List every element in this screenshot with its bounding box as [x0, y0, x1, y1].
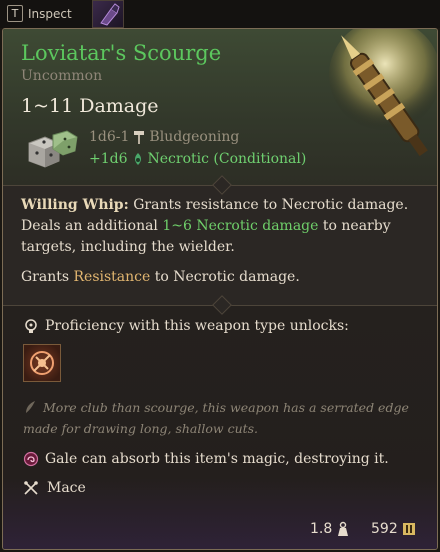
grants-line: Grants Resistance to Necrotic damage. — [21, 269, 300, 285]
flavor-text: More club than scourge, this weapon has … — [23, 397, 423, 439]
dice-icon — [28, 130, 78, 168]
weapon-type: Mace — [47, 480, 86, 496]
absorb-line: Gale can absorb this item's magic, destr… — [23, 451, 389, 467]
bonus-damage-type: Necrotic (Conditional) — [147, 151, 307, 167]
gold-icon — [402, 523, 415, 535]
ability-description: Willing Whip: Grants resistance to Necro… — [21, 195, 421, 258]
base-damage-line: 1d6-1 Bludgeoning — [89, 129, 239, 145]
tooltip-header: Loviatar's Scourge Uncommon 1~11 Damage … — [3, 29, 437, 185]
proficiency-text: Proficiency with this weapon type unlock… — [45, 318, 349, 334]
bonus-damage-line: +1d6 Necrotic (Conditional) — [89, 151, 306, 167]
item-tooltip: Loviatar's Scourge Uncommon 1~11 Damage … — [2, 28, 438, 550]
inspect-hint[interactable]: T Inspect — [7, 5, 72, 22]
proficiency-line: Proficiency with this weapon type unlock… — [23, 318, 349, 334]
hammer-icon — [134, 131, 145, 144]
weight-display: 1.8 — [310, 521, 350, 537]
weapon-action-icon — [30, 351, 54, 375]
ability-damage-highlight: 1~6 Necrotic damage — [162, 218, 319, 234]
damage-range: 1~11 Damage — [21, 95, 159, 117]
necrotic-icon — [134, 153, 141, 165]
weapon-type-line: Mace — [23, 480, 86, 496]
inspect-label: Inspect — [28, 6, 72, 21]
grants-suffix: to Necrotic damage. — [150, 269, 300, 285]
flavor-icon — [26, 401, 35, 413]
resistance-keyword[interactable]: Resistance — [74, 269, 151, 285]
item-rarity: Uncommon — [21, 68, 103, 84]
weapon-action-slot[interactable] — [23, 344, 61, 382]
top-bar: T Inspect — [0, 0, 440, 28]
inspect-key: T — [7, 5, 23, 22]
item-name: Loviatar's Scourge — [21, 41, 222, 65]
base-damage-dice: 1d6-1 — [89, 129, 130, 145]
absorb-text: Gale can absorb this item's magic, destr… — [45, 451, 389, 467]
gale-absorb-icon — [23, 451, 39, 467]
weight-value: 1.8 — [310, 521, 333, 537]
flavor-text-content: More club than scourge, this weapon has … — [23, 400, 409, 436]
bonus-damage-dice: +1d6 — [89, 151, 128, 167]
value-display: 592 — [371, 521, 416, 537]
base-damage-type: Bludgeoning — [149, 129, 240, 145]
proficiency-icon — [25, 319, 37, 333]
gold-value: 592 — [371, 521, 398, 537]
mace-icon — [24, 481, 38, 495]
weapon-artwork — [329, 29, 437, 157]
hotbar-slot[interactable] — [92, 0, 124, 28]
weight-icon — [338, 521, 349, 536]
potion-icon — [100, 3, 120, 26]
grants-prefix: Grants — [21, 269, 74, 285]
ability-name: Willing Whip: — [21, 197, 129, 213]
